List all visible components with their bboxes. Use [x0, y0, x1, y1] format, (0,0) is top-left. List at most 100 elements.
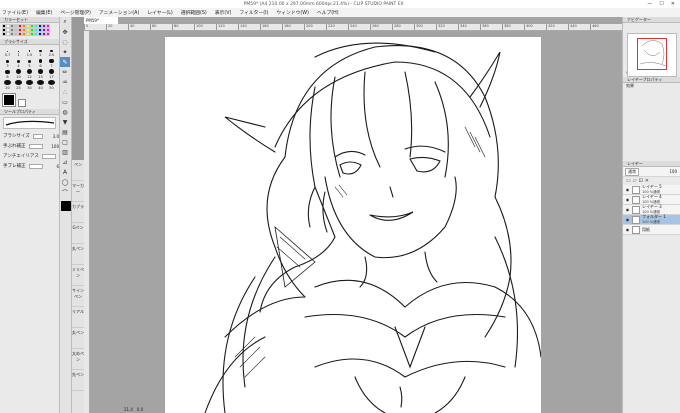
minimize-button[interactable]: —: [647, 1, 652, 7]
subtool-item[interactable]: 丸ペン: [72, 328, 84, 349]
eraser-icon[interactable]: ▭: [60, 97, 70, 107]
layer-item[interactable]: ◉ 用紙: [623, 225, 680, 235]
subtool-item[interactable]: リアル: [72, 307, 84, 328]
brush-size-option[interactable]: 0.7: [2, 47, 13, 57]
eye-icon[interactable]: ◉: [625, 207, 630, 212]
subtool-item[interactable]: 丸ペン: [72, 244, 84, 265]
main-color-chip[interactable]: [61, 201, 71, 211]
zoom-level[interactable]: 21.4: [124, 407, 133, 412]
brush-size-option[interactable]: 2.5: [46, 47, 57, 57]
brush-size-option[interactable]: 40: [35, 80, 46, 90]
navigator-tab[interactable]: ナビゲーター: [623, 17, 680, 23]
close-button[interactable]: ✕: [671, 1, 675, 7]
canvas-status-bar: 21.4 0.0: [124, 406, 224, 413]
drawing-canvas[interactable]: [165, 37, 541, 413]
balloon-icon[interactable]: ◯: [60, 177, 70, 187]
brush-size-option[interactable]: 1.5: [24, 47, 35, 57]
sub-color-swatch[interactable]: [18, 99, 26, 107]
prop-antialias[interactable]: アンチエイリアス: [0, 151, 59, 161]
brush-size-option[interactable]: 6: [35, 58, 46, 68]
brush-size-option[interactable]: 25: [13, 80, 24, 90]
ruler-mark: 180: [282, 24, 304, 30]
brush-size-option[interactable]: 50: [46, 80, 57, 90]
main-color-swatch[interactable]: [2, 93, 16, 107]
menu-filter[interactable]: フィルター(I): [239, 9, 268, 16]
subtool-item[interactable]: マーカー: [72, 181, 84, 202]
brush-size-option[interactable]: 17: [46, 69, 57, 79]
subtool-item[interactable]: ペン: [72, 160, 84, 181]
wand-icon[interactable]: ✦: [60, 47, 70, 57]
menu-animation[interactable]: アニメーション(A): [99, 9, 139, 16]
prop-brush-size[interactable]: ブラシサイズ 3.0: [0, 131, 59, 141]
menu-window[interactable]: ウィンドウ(W): [276, 9, 308, 16]
ruler-icon[interactable]: ⊿: [60, 157, 70, 167]
brush-size-grid[interactable]: 0.7 1 1.5 2 2.5 3 4 5 6 7 8 10 12 15 17 20 25 30 40 50: [0, 45, 59, 92]
menu-selection[interactable]: 選択範囲(S): [181, 9, 207, 16]
menu-help[interactable]: ヘルプ(H): [317, 9, 339, 16]
move-icon[interactable]: ✥: [60, 27, 70, 37]
subtool-item[interactable]: Gペン: [72, 223, 84, 244]
brush-icon[interactable]: ♒: [60, 77, 70, 87]
brush-size-option[interactable]: 2: [35, 47, 46, 57]
navigator-view-frame[interactable]: [637, 38, 667, 70]
color-swatch[interactable]: [46, 32, 50, 36]
subtool-item[interactable]: 先ペン: [72, 370, 84, 391]
text-icon[interactable]: A: [60, 167, 70, 177]
brush-size-label: 1: [17, 53, 20, 57]
figure-icon[interactable]: □: [60, 137, 70, 147]
ruler-mark: 20: [106, 24, 128, 30]
airbrush-icon[interactable]: ∴: [60, 87, 70, 97]
brush-size-option[interactable]: 7: [46, 58, 57, 68]
rotation-angle[interactable]: 0.0: [137, 407, 143, 412]
subtool-item[interactable]: 太めペン: [72, 349, 84, 370]
menu-file[interactable]: ファイル(E): [2, 9, 28, 16]
prop-stabilization[interactable]: 手ぶれ補正 100: [0, 141, 59, 151]
ruler-mark: 460: [590, 24, 612, 30]
lasso-icon[interactable]: ◌: [60, 37, 70, 47]
brush-size-option[interactable]: 30: [24, 80, 35, 90]
subtool-item[interactable]: ミリペン: [72, 265, 84, 286]
eye-icon[interactable]: ◉: [625, 187, 630, 192]
prop-hand-stabilizer[interactable]: 手ブレ補正 6: [0, 161, 59, 171]
canvas-area[interactable]: PM59* 0 20 40 60 80 100 120 140 160 180 200 220 240 2…: [84, 17, 622, 413]
correct-line-icon[interactable]: ⌒: [60, 187, 70, 197]
menu-view[interactable]: 表示(V): [215, 9, 232, 16]
blend-icon[interactable]: ◍: [60, 107, 70, 117]
brush-size-option[interactable]: 5: [24, 58, 35, 68]
zoom-icon[interactable]: ⌕: [60, 17, 70, 27]
brush-size-option[interactable]: 15: [35, 69, 46, 79]
brush-size-option[interactable]: 4: [13, 58, 24, 68]
new-layer-icon[interactable]: ▭: [626, 178, 631, 184]
document-tab[interactable]: PM59*: [84, 17, 118, 24]
menu-page[interactable]: ページ管理(P): [60, 9, 91, 16]
fill-icon[interactable]: ▼: [60, 117, 70, 127]
color-swatches[interactable]: [0, 23, 59, 37]
layer-thumbnail: [632, 185, 640, 194]
eye-icon[interactable]: ◉: [625, 197, 630, 202]
menu-layer[interactable]: レイヤー(L): [147, 9, 172, 16]
pen-icon[interactable]: ✎: [60, 57, 70, 67]
brush-size-option[interactable]: 20: [2, 80, 13, 90]
pencil-icon[interactable]: ✏: [60, 67, 70, 77]
folder-icon[interactable]: ▱: [633, 178, 637, 184]
tool-property-tab[interactable]: ツールプロパティ: [0, 109, 59, 115]
gradient-icon[interactable]: ▤: [60, 127, 70, 137]
brush-size-option[interactable]: 12: [24, 69, 35, 79]
brush-size-option[interactable]: 10: [13, 69, 24, 79]
subtool-item[interactable]: サインペン: [72, 286, 84, 307]
opacity-value[interactable]: 100: [669, 169, 677, 174]
subtool-item[interactable]: カブラ: [72, 202, 84, 223]
stroke-preview-curve: [5, 120, 55, 126]
layer-item-selected[interactable]: ◉ フォルダー 1 100 %通常: [623, 214, 680, 225]
brush-size-option[interactable]: 8: [2, 69, 13, 79]
menu-edit[interactable]: 編集(E): [36, 9, 52, 16]
frame-icon[interactable]: ▥: [60, 147, 70, 157]
brush-size-option[interactable]: 3: [2, 58, 13, 68]
brush-size-option[interactable]: 1: [13, 47, 24, 57]
blend-mode-select[interactable]: 通常: [625, 167, 639, 176]
eye-icon[interactable]: ◉: [625, 227, 630, 232]
navigator-preview[interactable]: [627, 33, 677, 77]
layer-thumbnail: [632, 195, 640, 204]
eye-icon[interactable]: ◉: [625, 217, 630, 222]
maximize-button[interactable]: ☐: [659, 1, 663, 7]
